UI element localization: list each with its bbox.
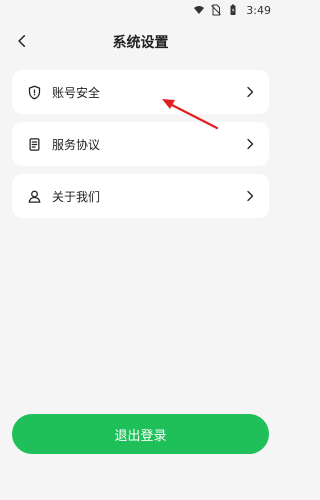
battery-icon xyxy=(227,4,239,16)
settings-item-label: 服务协议 xyxy=(52,137,101,152)
settings-item-label: 关于我们 xyxy=(52,189,101,204)
status-bar: 3:49 xyxy=(0,0,281,20)
page-title: 系统设置 xyxy=(112,35,169,51)
header: 系统设置 xyxy=(0,24,281,60)
status-time: 3:49 xyxy=(246,3,271,17)
settings-item-about-us[interactable]: 关于我们 xyxy=(12,174,269,218)
document-icon xyxy=(26,136,42,152)
chevron-right-icon xyxy=(243,85,257,99)
chevron-left-icon xyxy=(15,33,29,52)
settings-item-label: 账号安全 xyxy=(52,85,101,100)
wifi-icon xyxy=(193,4,205,16)
shield-icon xyxy=(26,84,42,100)
user-icon xyxy=(26,188,42,204)
settings-item-service-agreement[interactable]: 服务协议 xyxy=(12,122,269,166)
logout-button[interactable]: 退出登录 xyxy=(12,414,269,454)
back-button[interactable] xyxy=(8,28,36,56)
chevron-right-icon xyxy=(243,189,257,203)
settings-item-account-security[interactable]: 账号安全 xyxy=(12,70,269,114)
chevron-right-icon xyxy=(243,137,257,151)
no-sim-icon xyxy=(210,4,222,16)
